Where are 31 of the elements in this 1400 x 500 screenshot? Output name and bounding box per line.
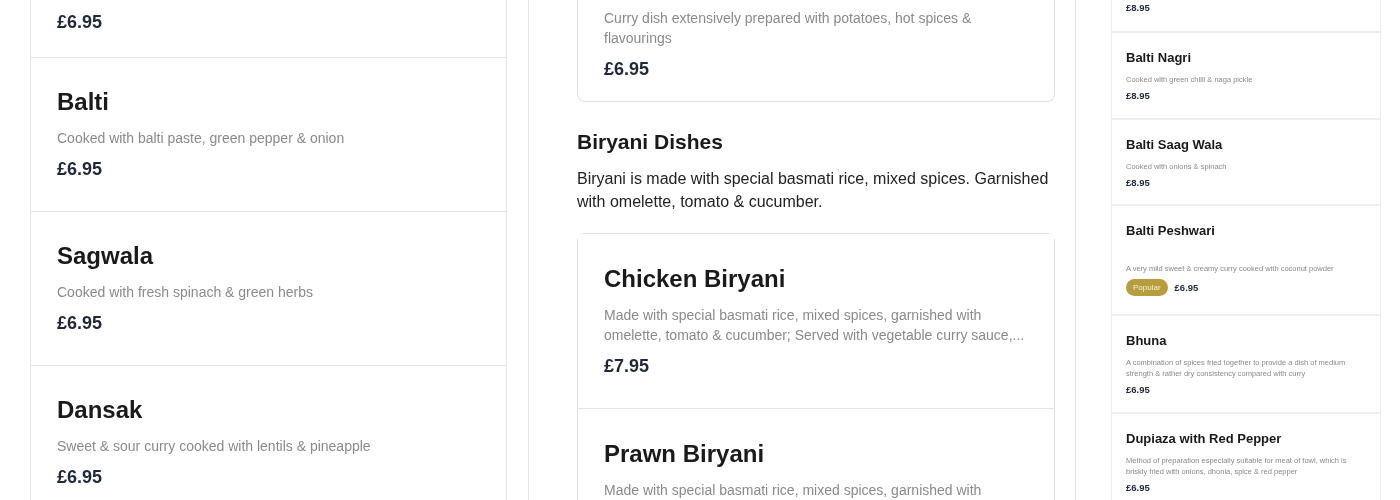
- dish-description: Sweet & sour curry cooked with lentils & pineapple: [57, 437, 372, 456]
- dish-price: £6.95: [1126, 384, 1150, 395]
- section-heading: Biryani Dishes: [577, 130, 724, 154]
- dish-name: Dansak: [57, 396, 144, 424]
- dish-price: £6.95: [57, 11, 103, 34]
- dish-price: £8.95: [1126, 176, 1150, 188]
- dish-price: £7.95: [604, 355, 650, 378]
- dish-name: Balti Saag Wala: [1126, 136, 1224, 152]
- dish-description: Cooked with fresh spinach & green herbs: [57, 283, 315, 302]
- dish-name: Dupiaza with Red Pepper: [1126, 431, 1283, 446]
- dish-name: Bhuna: [1126, 333, 1168, 348]
- dish-description: Made with special basmati rice, mixed spices, garnished with: [604, 481, 983, 500]
- dish-price: £8.95: [1126, 2, 1150, 13]
- dish-price: £6.95: [1126, 482, 1150, 493]
- dish-name: Prawn Biryani: [604, 440, 766, 468]
- dish-price: £6.95: [57, 312, 103, 335]
- dish-name: Sagwala: [57, 242, 155, 270]
- dish-name: Balti Peshwari: [1126, 223, 1216, 238]
- dish-price: £8.95: [1126, 90, 1150, 101]
- dish-price: £6.95: [604, 58, 650, 81]
- section-description: Biryani is made with special basmati rice, mixed spices. Garnished with omelette, tomato & cucumber.: [577, 169, 1050, 212]
- dish-name: Balti Nagri: [1126, 50, 1192, 65]
- dish-description: Cooked with balti paste, green pepper & onion: [57, 129, 346, 148]
- dish-description: Curry dish extensively prepared with potatoes, hot spices & flavourings: [604, 9, 973, 48]
- dish-description: Made with special basmati rice, mixed spices, garnished with omelette, tomato & cucumber; Served with vegetable curry sauce,...: [604, 306, 1026, 345]
- dish-name: Balti: [57, 88, 110, 116]
- dish-price: £6.95: [1174, 282, 1199, 293]
- popular-badge: Popular: [1126, 279, 1168, 296]
- dish-price: £6.95: [57, 466, 103, 489]
- dish-name: Chicken Biryani: [604, 265, 787, 293]
- dish-price: £6.95: [57, 158, 103, 181]
